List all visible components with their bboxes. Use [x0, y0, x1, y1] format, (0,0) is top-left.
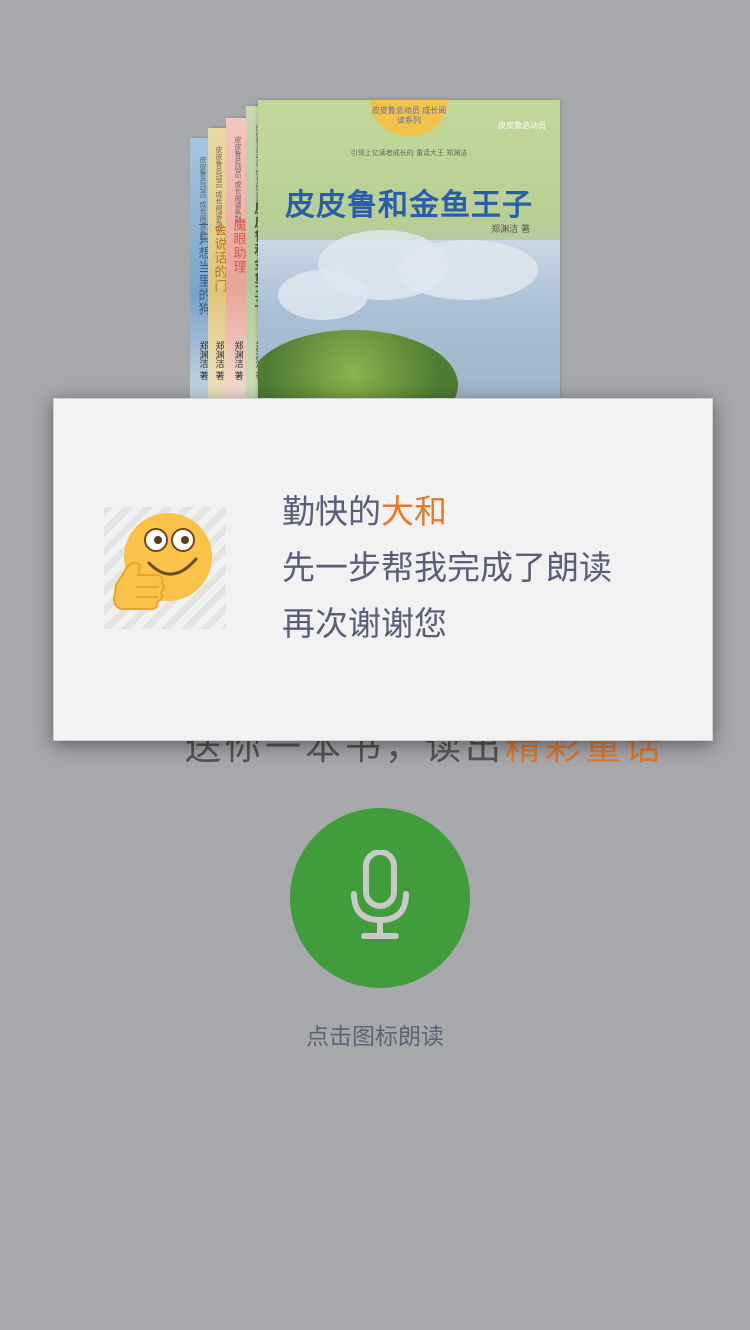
book-stack-illustration: 皮皮鲁总动员 成长阅读系列 一只想当里的狗 郑渊洁 著 皮皮鲁总动员 成长阅读系… — [190, 100, 560, 400]
spine-series: 皮皮鲁总动员 成长阅读系列 — [215, 146, 223, 233]
cover-artwork — [258, 230, 560, 400]
cover-author: 郑渊洁 著 — [491, 225, 530, 235]
spine-title: 魔眼助理 — [230, 218, 246, 274]
series-badge-text: 皮皮鲁总动员 成长阅读系列 — [371, 106, 447, 125]
spine-author: 郑渊洁 著 — [213, 341, 224, 380]
book-cover: 皮皮鲁总动员 成长阅读系列 皮皮鲁总动员 引领上亿读者成长的 童话大王 郑渊洁 … — [258, 100, 560, 400]
message-line-3: 再次谢谢您 — [282, 604, 447, 643]
mic-hint-text: 点击图标朗读 — [306, 1024, 444, 1050]
thank-you-dialog: 勤快的大和 先一步帮我完成了朗读 再次谢谢您 — [53, 398, 713, 741]
thumbs-up-smiley-icon — [104, 507, 226, 629]
user-name: 大和 — [381, 492, 447, 531]
microphone-icon — [351, 850, 409, 939]
message-line-1: 勤快的大和 — [282, 484, 612, 540]
message-line-2: 先一步帮我完成了朗读 — [282, 548, 612, 587]
spine-series: 皮皮鲁总动员 成长阅读系列 — [234, 136, 242, 223]
dialog-message: 勤快的大和 先一步帮我完成了朗读 再次谢谢您 — [282, 484, 612, 652]
record-button[interactable] — [290, 808, 470, 988]
cover-blurb: 引领上亿读者成长的 童话大王 郑渊洁 — [350, 149, 468, 157]
cover-title: 皮皮鲁和金鱼王子 — [285, 188, 533, 223]
spine-author: 郑渊洁 著 — [232, 341, 243, 380]
cover-publisher: 皮皮鲁总动员 — [498, 121, 546, 130]
cover-hill — [258, 330, 458, 400]
series-badge: 皮皮鲁总动员 成长阅读系列 — [370, 100, 448, 136]
message-prefix: 勤快的 — [282, 492, 381, 531]
